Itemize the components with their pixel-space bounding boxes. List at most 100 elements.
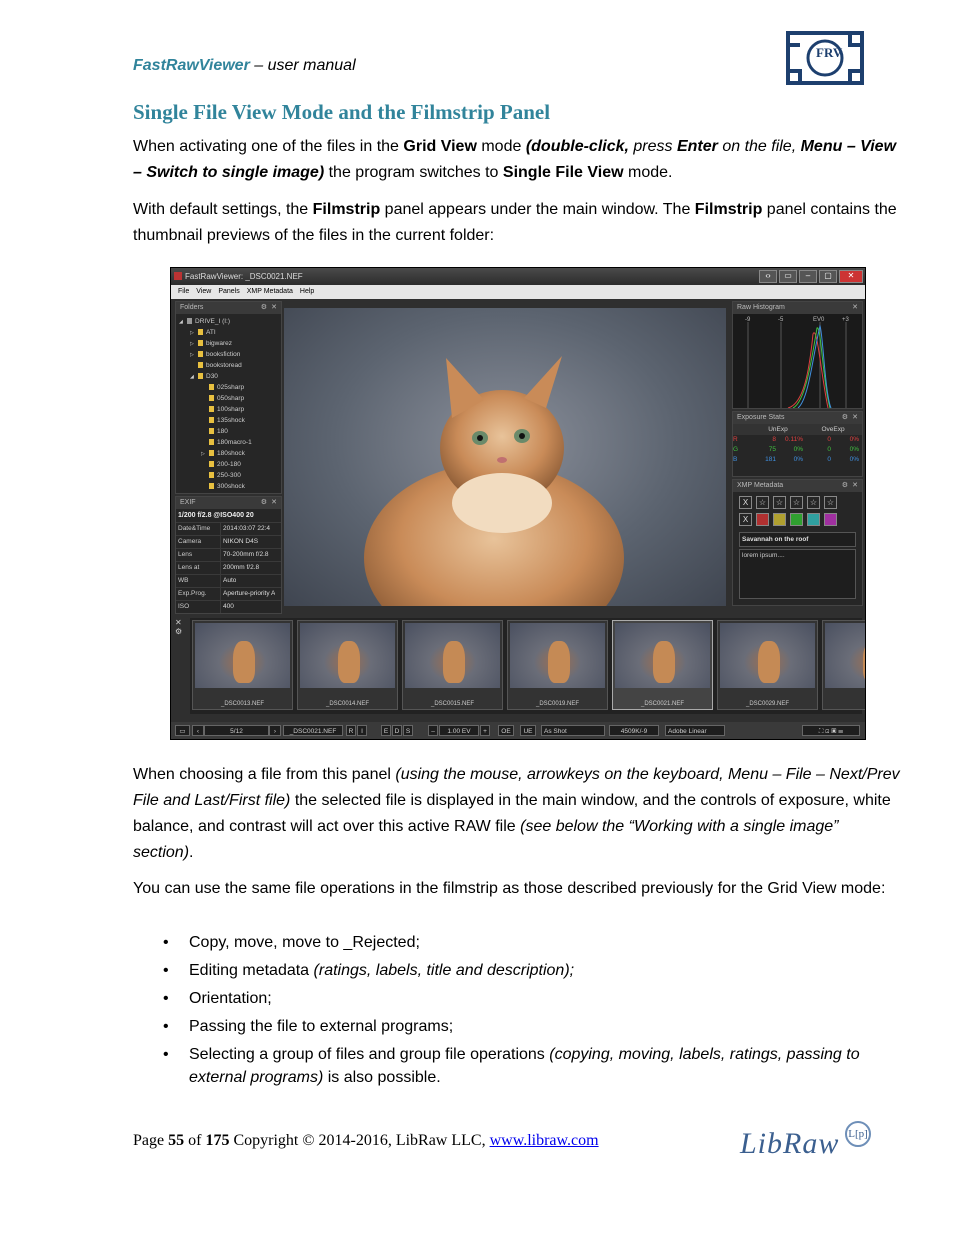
color-label-swatch[interactable]	[807, 513, 820, 526]
prev-file-button[interactable]: ‹	[192, 725, 204, 736]
menu-item-file[interactable]: File	[178, 288, 189, 295]
star-icon[interactable]: ☆	[773, 496, 786, 509]
close-icon[interactable]: ✕	[271, 302, 277, 314]
view-mode-buttons[interactable]: ⛶ ⊡ ▣ ☰	[802, 725, 860, 736]
window-button-1[interactable]: ▭	[779, 270, 797, 283]
star-icon[interactable]: ☆	[807, 496, 820, 509]
close-icon[interactable]: ✕	[271, 497, 277, 509]
window-button-4[interactable]: ✕	[839, 270, 863, 283]
star-icon[interactable]: ☆	[824, 496, 837, 509]
filmstrip-thumbnail[interactable]: _DSC0015.NEF	[402, 620, 503, 710]
menu-item-view[interactable]: View	[196, 288, 211, 295]
folder-item[interactable]: ◢ D30	[176, 371, 281, 382]
reject-button[interactable]: X	[739, 496, 752, 509]
filmstrip-thumbnail[interactable]: _DS	[822, 620, 865, 710]
thumbnail-filename: _DSC0014.NEF	[325, 701, 370, 707]
flag-r-button[interactable]: R	[346, 725, 356, 736]
folder-icon	[209, 406, 214, 413]
list-item: Selecting a group of files and group fil…	[133, 1043, 903, 1089]
underexposure-button[interactable]: UE	[520, 725, 536, 736]
folder-item[interactable]: 100sharp	[176, 404, 281, 415]
flag-d-button[interactable]: D	[392, 725, 402, 736]
expand-arrow-icon[interactable]: ◢	[179, 317, 187, 328]
window-button-3[interactable]: ▢	[819, 270, 837, 283]
star-icon[interactable]: ☆	[756, 496, 769, 509]
close-icon[interactable]: ✕	[175, 618, 189, 627]
libraw-link[interactable]: www.libraw.com	[490, 1132, 599, 1149]
menu-item-help[interactable]: Help	[300, 288, 314, 295]
ev-plus-button[interactable]: +	[480, 725, 490, 736]
folder-item[interactable]: 050sharp	[176, 393, 281, 404]
exif-value: 400	[223, 603, 234, 610]
close-icon[interactable]: ✕	[852, 412, 858, 424]
exif-row: WB Auto	[176, 575, 281, 588]
ev-minus-button[interactable]: –	[428, 725, 438, 736]
folder-item[interactable]: ◢ DRIVE_I (I:)	[176, 316, 281, 327]
folder-item[interactable]: 135shock	[176, 415, 281, 426]
ev-value[interactable]: 1.00 EV	[439, 725, 479, 736]
folder-item[interactable]: ▷ 180shock	[176, 448, 281, 459]
close-icon[interactable]: ✕	[852, 480, 858, 492]
color-label-swatch[interactable]	[790, 513, 803, 526]
thumbnail-filename: _DSC0021.NEF	[640, 701, 685, 707]
color-label-swatch[interactable]	[773, 513, 786, 526]
title-field[interactable]: Savannah on the roof	[739, 532, 856, 547]
folder-label: D30	[206, 373, 218, 380]
current-filename: _DSC0021.NEF	[283, 725, 343, 736]
folder-item[interactable]: 300shock	[176, 481, 281, 492]
exif-row: Lens at 200mm f/2.8	[176, 562, 281, 575]
gear-icon[interactable]: ⚙	[261, 302, 267, 314]
profile-select[interactable]: Adobe Linear	[665, 725, 725, 736]
filmstrip-thumbnail[interactable]: _DSC0029.NEF	[717, 620, 818, 710]
menu-item-panels[interactable]: Panels	[218, 288, 239, 295]
filmstrip-thumbnail[interactable]: _DSC0014.NEF	[297, 620, 398, 710]
color-label-swatch[interactable]	[756, 513, 769, 526]
main-image-view[interactable]	[284, 308, 726, 606]
window-button-0[interactable]: ‹›	[759, 270, 777, 283]
flag-i-button[interactable]: I	[357, 725, 367, 736]
exposure-row: G 75 0% 0 0%	[733, 445, 862, 455]
app-icon	[174, 272, 182, 280]
folder-label: 200-180	[217, 461, 241, 468]
gear-icon[interactable]: ⚙	[175, 627, 189, 636]
exposure-cell: 0%	[793, 456, 803, 463]
menu-item-xmp-metadata[interactable]: XMP Metadata	[247, 288, 293, 295]
folder-item[interactable]: bookstoread	[176, 360, 281, 371]
folder-item[interactable]: 200-180	[176, 459, 281, 470]
next-file-button[interactable]: ›	[269, 725, 281, 736]
clear-label-button[interactable]: X	[739, 513, 752, 526]
white-balance-select[interactable]: As Shot	[541, 725, 605, 736]
gear-icon[interactable]: ⚙	[842, 412, 848, 424]
unexp-header: UnExp	[768, 426, 788, 433]
gear-icon[interactable]: ⚙	[842, 480, 848, 492]
close-icon[interactable]: ✕	[852, 302, 858, 314]
list-item: Copy, move, move to _Rejected;	[133, 931, 903, 954]
overexposure-button[interactable]: OE	[498, 725, 514, 736]
flag-e-button[interactable]: E	[381, 725, 391, 736]
flag-s-button[interactable]: S	[403, 725, 413, 736]
folder-item[interactable]: 250-300	[176, 470, 281, 481]
description-field[interactable]: lorem ipsum....	[739, 549, 856, 599]
paragraph-intro: When activating one of the files in the …	[133, 138, 897, 181]
star-icon[interactable]: ☆	[790, 496, 803, 509]
filmstrip-thumbnail[interactable]: _DSC0019.NEF	[507, 620, 608, 710]
folder-item[interactable]: 180	[176, 426, 281, 437]
temperature-value[interactable]: 4509K/-9	[609, 725, 659, 736]
folder-item[interactable]: 180macro-1	[176, 437, 281, 448]
folder-icon[interactable]: ▭	[175, 725, 190, 736]
libraw-logo: LibRaw L[p]	[740, 1121, 871, 1161]
exif-value: Aperture-priority A	[223, 590, 276, 597]
gear-icon[interactable]: ⚙	[261, 497, 267, 509]
folder-label: 180shock	[217, 450, 245, 457]
color-labels: X	[733, 513, 862, 530]
expand-arrow-icon[interactable]: ◢	[190, 372, 198, 383]
folder-item[interactable]: ▷ bigwarez	[176, 338, 281, 349]
folder-item[interactable]: ▷ ATI	[176, 327, 281, 338]
filmstrip-thumbnail[interactable]: _DSC0021.NEF	[612, 620, 713, 710]
folder-item[interactable]: 025sharp	[176, 382, 281, 393]
window-button-2[interactable]: –	[799, 270, 817, 283]
color-label-swatch[interactable]	[824, 513, 837, 526]
svg-text:EV0: EV0	[813, 317, 825, 323]
filmstrip-thumbnail[interactable]: _DSC0013.NEF	[192, 620, 293, 710]
folder-item[interactable]: ▷ booksfiction	[176, 349, 281, 360]
